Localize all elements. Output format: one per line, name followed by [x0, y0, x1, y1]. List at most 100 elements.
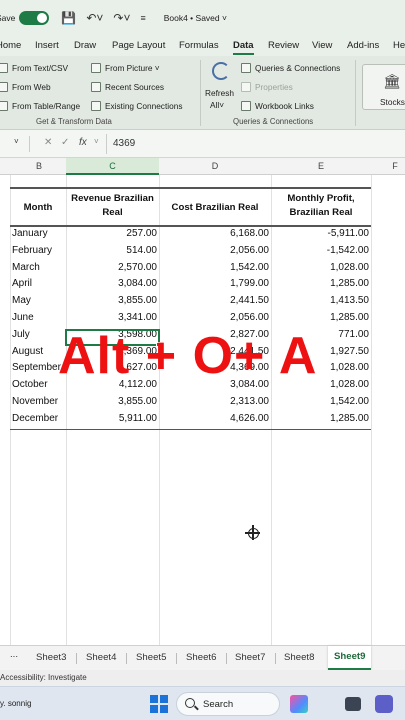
worksheet-grid[interactable]: Month Revenue Brazilian Real Cost Brazil… [0, 175, 405, 645]
sheet-tab-sheet9[interactable]: Sheet9 [328, 646, 372, 670]
cell-month[interactable]: February [12, 243, 66, 259]
column-header-d[interactable]: D [209, 161, 221, 171]
cell-profit[interactable]: -5,911.00 [271, 226, 369, 242]
cell-revenue[interactable]: 514.00 [66, 243, 157, 259]
cell-cost[interactable]: 1,799.00 [159, 276, 269, 292]
cell-profit[interactable]: 1,285.00 [271, 310, 369, 326]
app-icon[interactable] [290, 695, 308, 713]
tab-draw[interactable]: Draw [74, 40, 96, 51]
cell-month[interactable]: March [12, 260, 66, 276]
from-picture-label: From Picture [105, 63, 153, 73]
header-revenue-line2: Real [102, 207, 123, 218]
header-revenue: Revenue Brazilian Real [66, 192, 159, 220]
cell-profit[interactable]: 1,028.00 [271, 260, 369, 276]
taskbar-search[interactable]: Search [176, 692, 280, 716]
tab-page-layout[interactable]: Page Layout [112, 40, 165, 51]
cell-cost[interactable]: 4,626.00 [159, 411, 269, 427]
properties-label: Properties [255, 82, 293, 92]
cell-cost[interactable]: 2,313.00 [159, 394, 269, 410]
refresh-icon[interactable] [212, 62, 230, 80]
column-header-f[interactable]: F [390, 161, 400, 171]
properties-icon [241, 82, 251, 92]
cell-revenue[interactable]: 3,855.00 [66, 293, 157, 309]
cell-month[interactable]: November [12, 394, 66, 410]
from-picture-button[interactable]: From Picture ˅ [91, 63, 160, 73]
cell-cost[interactable]: 6,168.00 [159, 226, 269, 242]
cell-profit[interactable]: 1,413.50 [271, 293, 369, 309]
windows-start-icon[interactable] [150, 695, 168, 713]
stocks-button[interactable]: 🏛 Stocks [362, 64, 405, 110]
insert-function-icon[interactable]: fx [79, 137, 87, 148]
check-icon[interactable]: ✓ [61, 137, 69, 148]
recent-sources-button[interactable]: Recent Sources [91, 82, 164, 92]
properties-button[interactable]: Properties [241, 82, 293, 92]
cancel-icon[interactable]: ✕ [44, 137, 52, 148]
accessibility-status[interactable]: Accessibility: Investigate [0, 673, 87, 682]
cell-revenue[interactable]: 3,084.00 [66, 276, 157, 292]
autosave-toggle[interactable] [19, 11, 50, 25]
queries-connections-button[interactable]: Queries & Connections [241, 63, 340, 73]
save-icon[interactable]: 💾 [61, 11, 76, 25]
cell-profit[interactable]: 1,542.00 [271, 394, 369, 410]
teams-icon[interactable] [375, 695, 393, 713]
cell-profit[interactable]: 1,285.00 [271, 276, 369, 292]
cell-profit[interactable]: -1,542.00 [271, 243, 369, 259]
tab-view[interactable]: View [312, 40, 332, 51]
from-web-button[interactable]: From Web [0, 82, 51, 92]
column-header-c[interactable]: C [66, 158, 159, 175]
cell-revenue[interactable]: 257.00 [66, 226, 157, 242]
cell-cost[interactable]: 2,056.00 [159, 243, 269, 259]
existing-connections-icon [91, 101, 101, 111]
cell-cost[interactable]: 2,441.50 [159, 293, 269, 309]
workbook-links-button[interactable]: Workbook Links [241, 101, 314, 111]
weather-widget[interactable]: y. sonnig [0, 699, 31, 708]
formula-input[interactable]: 4369 [113, 138, 135, 149]
sheet-tab-sheet5[interactable]: Sheet5 [136, 652, 166, 663]
refresh-all-button[interactable]: Refresh [205, 88, 234, 98]
cell-profit[interactable]: 1,285.00 [271, 411, 369, 427]
column-header-e[interactable]: E [316, 161, 326, 171]
sheet-tab-sheet4[interactable]: Sheet4 [86, 652, 116, 663]
redo-icon[interactable]: ↷˅ [113, 11, 130, 25]
tab-formulas[interactable]: Formulas [179, 40, 219, 51]
cell-month[interactable]: December [12, 411, 66, 427]
cell-revenue[interactable]: 5,911.00 [66, 411, 157, 427]
refresh-all-dropdown[interactable]: All ˅ [210, 100, 224, 110]
sheet-tab-sheet8[interactable]: Sheet8 [284, 652, 314, 663]
undo-icon[interactable]: ↶˅ [86, 11, 103, 25]
tab-review[interactable]: Review [268, 40, 299, 51]
chevron-down-icon[interactable]: ˅ [14, 137, 19, 146]
search-label: Search [203, 699, 234, 710]
tab-add-ins[interactable]: Add-ins [347, 40, 379, 51]
cell-month[interactable]: June [12, 310, 66, 326]
sheet-tab-sheet3[interactable]: Sheet3 [36, 652, 66, 663]
cell-cost[interactable]: 1,542.00 [159, 260, 269, 276]
document-title-text: Book4 • Saved [163, 13, 220, 23]
column-header-b[interactable]: B [34, 161, 44, 171]
tab-insert[interactable]: Insert [35, 40, 59, 51]
task-view-icon[interactable] [345, 697, 361, 711]
existing-connections-button[interactable]: Existing Connections [91, 101, 182, 111]
chevron-down-icon: ˅ [94, 137, 99, 146]
tab-divider [126, 653, 127, 664]
from-table-range-button[interactable]: From Table/Range [0, 101, 80, 111]
cell-revenue[interactable]: 3,855.00 [66, 394, 157, 410]
sheet-tab-sheet6[interactable]: Sheet6 [186, 652, 216, 663]
group-separator [355, 60, 356, 126]
tab-help[interactable]: He [393, 40, 405, 51]
windows-taskbar: y. sonnig Search [0, 686, 405, 720]
cell-month[interactable]: May [12, 293, 66, 309]
tab-home[interactable]: Home [0, 40, 21, 51]
more-sheets-button[interactable]: ... [10, 649, 18, 660]
sheet-tab-sheet7[interactable]: Sheet7 [235, 652, 265, 663]
cell-revenue[interactable]: 2,570.00 [66, 260, 157, 276]
cell-month[interactable]: April [12, 276, 66, 292]
cell-month[interactable]: January [12, 226, 66, 242]
cell-revenue[interactable]: 3,341.00 [66, 310, 157, 326]
from-text-csv-button[interactable]: From Text/CSV [0, 63, 68, 73]
tab-data[interactable]: Data [233, 40, 254, 55]
from-text-csv-label: From Text/CSV [12, 63, 69, 73]
cell-cost[interactable]: 2,056.00 [159, 310, 269, 326]
customize-toolbar-icon[interactable]: ≡ [140, 13, 145, 23]
document-title[interactable]: Book4 • Saved ˅ [164, 13, 227, 23]
